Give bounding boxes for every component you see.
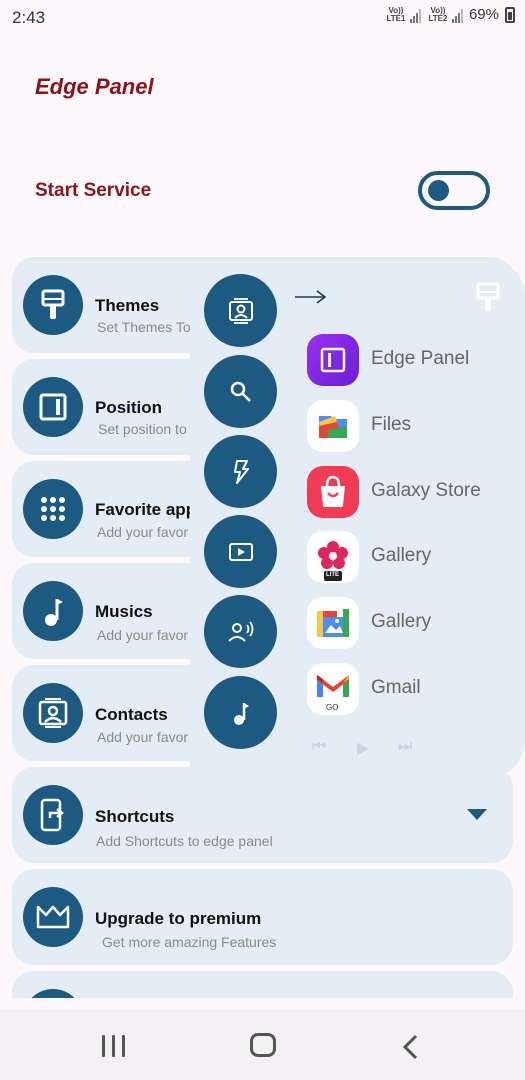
flash-icon[interactable] [204, 435, 277, 508]
menu-subtitle: Add Shortcuts to edge panel [96, 833, 273, 849]
battery-percent: 69% [468, 6, 499, 23]
start-service-toggle[interactable] [418, 171, 490, 210]
start-service-label: Start Service [35, 180, 152, 201]
menu-subtitle: Get more amazing Features [102, 934, 277, 950]
app-label: Files [371, 414, 412, 435]
back-icon[interactable] [401, 1034, 419, 1060]
phone-share-icon [23, 785, 83, 845]
files-app-icon [307, 400, 359, 452]
paint-brush-icon [23, 275, 83, 335]
app-label: Gallery [371, 611, 432, 632]
paint-brush-icon[interactable] [474, 282, 502, 314]
menu-subtitle: Add your favor [97, 627, 189, 643]
menu-title: Shortcuts [95, 807, 175, 826]
contacts-icon[interactable] [204, 274, 277, 347]
menu-item-shortcuts[interactable]: Shortcuts Add Shortcuts to edge panel [12, 767, 513, 863]
voice-icon[interactable] [204, 595, 277, 668]
chevron-down-icon[interactable] [467, 809, 487, 820]
menu-title: Contacts [95, 705, 168, 724]
app-item[interactable]: Gallery [307, 597, 517, 649]
music-icon[interactable] [204, 676, 277, 749]
menu-title: Themes [95, 296, 160, 315]
menu-title: Favorite app [95, 500, 197, 519]
gallery-lite-app-icon: LITE [307, 531, 359, 583]
app-title: Edge Panel [35, 74, 154, 99]
galaxy-store-app-icon [307, 466, 359, 518]
video-icon[interactable] [204, 515, 277, 588]
skip-previous-icon[interactable]: ⏮ [312, 738, 326, 756]
app-item[interactable]: Edge Panel [307, 334, 517, 386]
menu-title: Upgrade to premium [95, 909, 262, 928]
apps-grid-icon [23, 479, 83, 539]
gallery-app-icon [307, 597, 359, 649]
menu-subtitle: Add your favor [97, 524, 189, 540]
side-panel-icon [23, 377, 83, 437]
app-item[interactable]: Files [307, 400, 517, 452]
app-label: Galaxy Store [371, 480, 481, 501]
menu-title: Position [95, 398, 163, 417]
app-item[interactable]: GO Gmail [307, 663, 517, 715]
menu-title: Musics [95, 602, 153, 621]
music-note-icon [23, 581, 83, 641]
status-indicators: Vo)) LTE1 Vo)) LTE2 69% [385, 6, 515, 23]
battery-icon [505, 6, 515, 23]
sim1-signal-icon: Vo)) LTE1 [385, 6, 421, 23]
menu-subtitle: Set Themes To [97, 319, 191, 335]
contact-card-icon [23, 683, 83, 743]
crown-icon [23, 887, 83, 947]
app-badge: LITE [326, 572, 339, 578]
recent-apps-icon[interactable] [102, 1035, 125, 1057]
scroll-fade [0, 998, 525, 1010]
arrow-right-icon[interactable] [295, 289, 327, 305]
app-badge: GO [326, 703, 339, 712]
edge-panel-app-icon [307, 334, 359, 386]
app-item[interactable]: LITE Gallery [307, 531, 517, 583]
menu-item-premium[interactable]: Upgrade to premium Get more amazing Feat… [12, 869, 513, 965]
gmail-go-app-icon: GO [307, 663, 359, 715]
status-time: 2:43 [12, 8, 46, 27]
app-label: Gmail [371, 677, 421, 698]
app-label: Gallery [371, 545, 432, 566]
play-icon[interactable]: ▶ [357, 738, 369, 758]
menu-subtitle: Set position to [98, 421, 187, 437]
menu-subtitle: Add your favor [97, 729, 189, 745]
skip-next-icon[interactable]: ⏭ [398, 738, 412, 756]
toggle-knob [428, 180, 449, 201]
navigation-bar [0, 1010, 525, 1080]
app-label: Edge Panel [371, 348, 470, 369]
app-item[interactable]: Galaxy Store [307, 466, 517, 518]
search-icon[interactable] [204, 355, 277, 428]
home-icon[interactable] [250, 1033, 276, 1057]
status-bar: 2:43 Vo)) LTE1 Vo)) LTE2 69% [0, 0, 525, 36]
sim2-signal-icon: Vo)) LTE2 [427, 6, 463, 23]
